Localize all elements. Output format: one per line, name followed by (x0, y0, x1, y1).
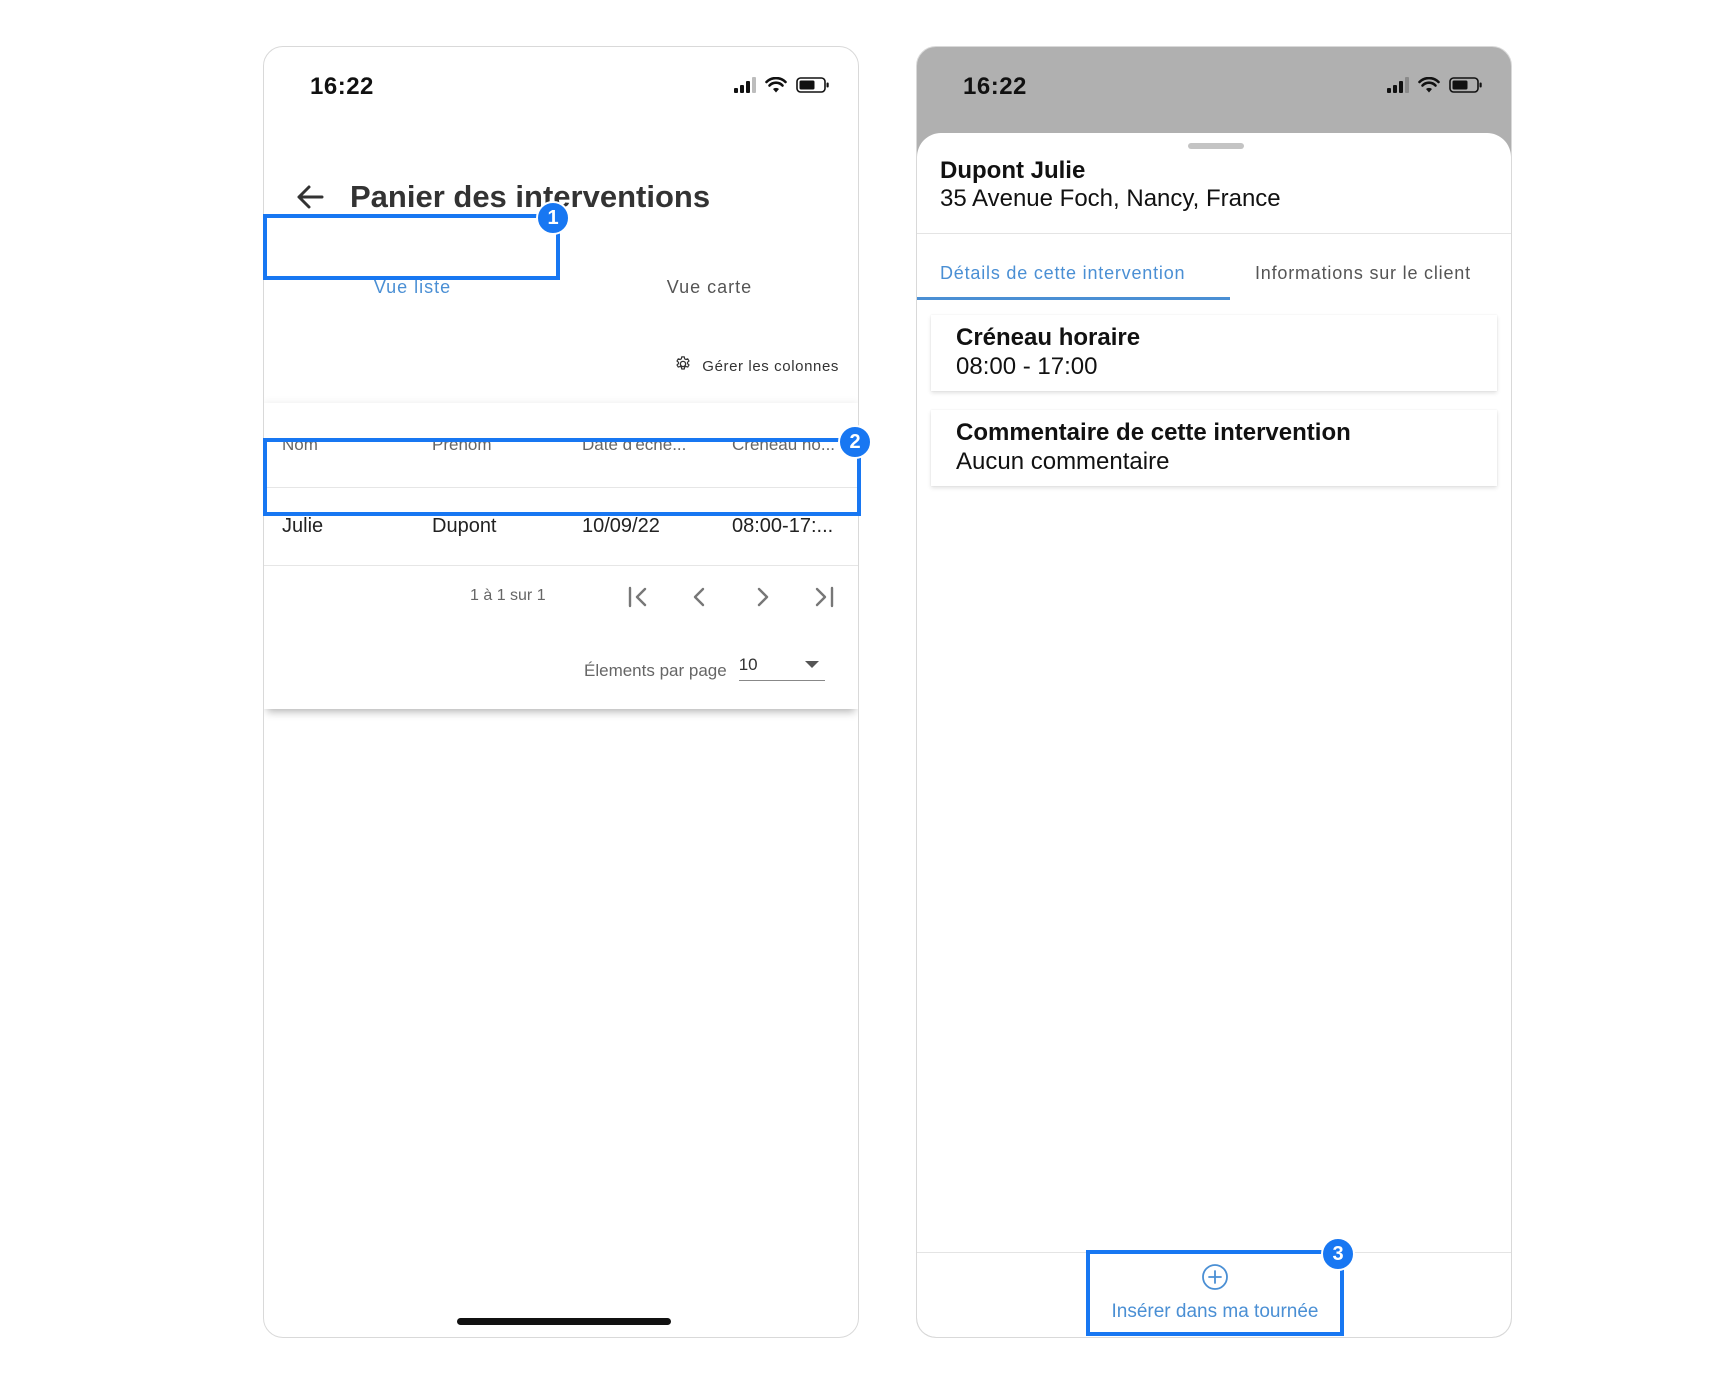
cell-nom: Julie (282, 515, 324, 537)
sheet-drag-handle[interactable] (1188, 143, 1244, 149)
first-page-icon[interactable] (622, 581, 654, 613)
divider (917, 233, 1511, 234)
manage-columns-button[interactable]: Gérer les colonnes (674, 355, 839, 377)
card-value: Aucun commentaire (956, 448, 1170, 475)
comment-card: Commentaire de cette intervention Aucun … (931, 410, 1497, 486)
page-title: Panier des interventions (350, 179, 711, 214)
pagination: 1 à 1 sur 1 (264, 577, 858, 617)
active-tab-indicator (917, 297, 1230, 300)
phone-screen-intervention-detail: 16:22 Dupont Julie 35 Avenue Foch, Nancy… (916, 46, 1512, 1338)
items-per-page: Élements par page 10 (584, 651, 825, 681)
status-bar: 16:22 (264, 47, 858, 132)
tab-label: Détails de cette intervention (940, 262, 1186, 283)
signal-icon (1387, 77, 1409, 93)
client-address: 35 Avenue Foch, Nancy, France (940, 185, 1281, 212)
chevron-right-icon[interactable] (746, 581, 778, 613)
items-per-page-value: 10 (738, 655, 758, 674)
status-time: 16:22 (963, 73, 1027, 100)
annotation-badge-2: 2 (838, 425, 872, 459)
highlight-box-1 (263, 214, 560, 280)
home-indicator (457, 1318, 671, 1325)
status-bar: 16:22 (917, 47, 1511, 132)
items-per-page-label: Élements par page (584, 661, 727, 680)
tab-label: Vue carte (666, 276, 753, 297)
status-icons (734, 77, 830, 93)
tab-vue-carte[interactable]: Vue carte (561, 257, 858, 317)
card-title: Créneau horaire (956, 324, 1141, 351)
cell-prenom: Dupont (432, 515, 497, 537)
detail-tabs: Détails de cette intervention Informatio… (917, 246, 1511, 300)
card-value: 08:00 - 17:00 (956, 353, 1098, 380)
tab-label: Informations sur le client (1255, 262, 1471, 283)
manage-columns-label: Gérer les colonnes (702, 357, 839, 375)
battery-icon (1449, 77, 1483, 93)
highlight-box-2 (263, 438, 861, 516)
chevron-left-icon[interactable] (684, 581, 716, 613)
pagination-range: 1 à 1 sur 1 (470, 587, 546, 604)
annotation-badge-3: 3 (1321, 1237, 1355, 1271)
wifi-icon (1418, 77, 1440, 93)
client-name: Dupont Julie (940, 157, 1086, 184)
bottom-sheet: Dupont Julie 35 Avenue Foch, Nancy, Fran… (917, 133, 1511, 1337)
tab-informations-client[interactable]: Informations sur le client (1255, 246, 1471, 300)
wifi-icon (765, 77, 787, 93)
status-time: 16:22 (310, 73, 374, 100)
signal-icon (734, 77, 756, 93)
status-icons (1387, 77, 1483, 93)
battery-icon (796, 77, 830, 93)
cell-date: 10/09/22 (582, 515, 660, 537)
tab-details-intervention[interactable]: Détails de cette intervention (940, 246, 1185, 300)
arrow-left-icon[interactable] (292, 179, 328, 215)
card-title: Commentaire de cette intervention (956, 419, 1351, 446)
time-slot-card: Créneau horaire 08:00 - 17:00 (931, 315, 1497, 391)
cell-creneau: 08:00-17:... (732, 515, 834, 537)
highlight-box-3 (1086, 1250, 1344, 1336)
last-page-icon[interactable] (808, 581, 840, 613)
annotation-badge-1: 1 (536, 201, 570, 235)
items-per-page-select[interactable]: 10 (738, 651, 825, 681)
caret-down-icon (804, 661, 819, 668)
gear-icon (674, 355, 692, 377)
